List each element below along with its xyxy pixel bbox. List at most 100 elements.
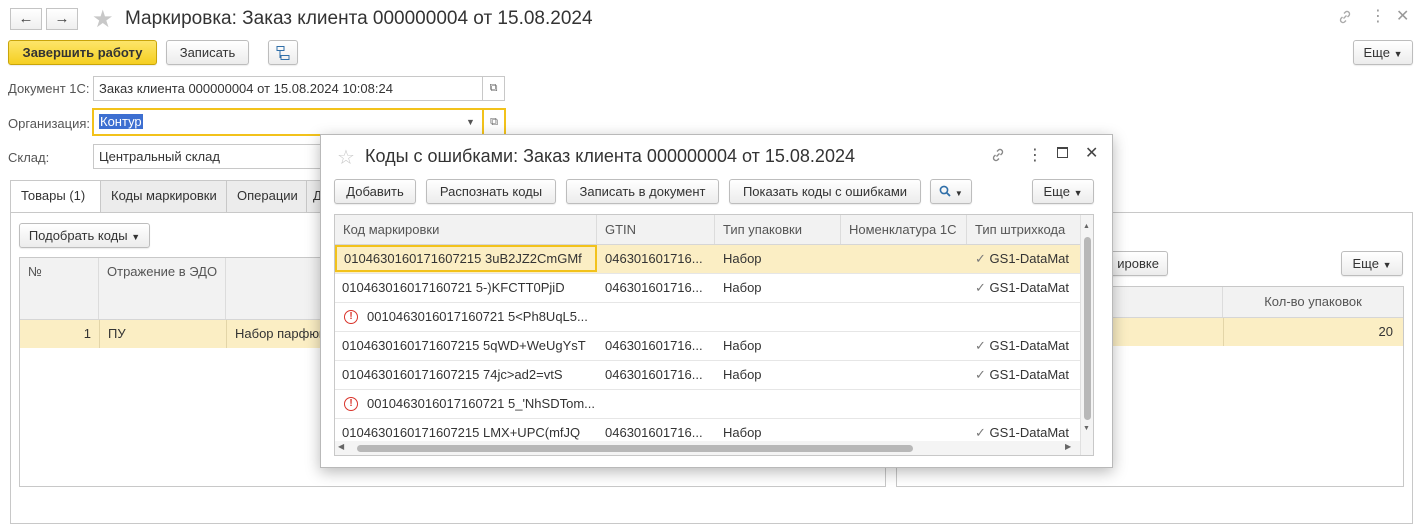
open-icon: ⧉ [490, 116, 498, 128]
column-header-packages[interactable]: Кол-во упаковок [1223, 287, 1403, 317]
link-icon[interactable] [990, 147, 1006, 166]
table-row[interactable]: 0104630160171607215 74jc>ad2=vtS 0463016… [335, 361, 1080, 390]
organization-label: Организация: [8, 116, 91, 131]
search-icon [939, 184, 951, 199]
show-error-codes-button[interactable]: Показать коды с ошибками [729, 179, 921, 204]
cell-code: 0104630160171607215 74jc>ad2=vtS [342, 367, 563, 382]
write-to-document-button[interactable]: Записать в документ [566, 179, 719, 204]
organization-dropdown-button[interactable]: ▼ [459, 111, 482, 133]
scroll-up-icon[interactable]: ▲ [1083, 223, 1090, 230]
dialog-title: Коды с ошибками: Заказ клиента 000000004… [365, 146, 855, 166]
table-row[interactable]: ! 0010463016017160721 5<Ph8UqL5... [335, 303, 1080, 332]
pick-codes-button[interactable]: Подобрать коды ▼ [19, 223, 150, 248]
check-icon: ✓ [975, 367, 986, 382]
table-row[interactable]: 010463016017160721 5-)KFCTT0PjiD 0463016… [335, 274, 1080, 303]
scroll-down-icon[interactable]: ▼ [1083, 425, 1090, 432]
add-button[interactable]: Добавить [334, 179, 416, 204]
arrow-right-icon: → [54, 10, 70, 27]
more-button[interactable]: Еще ▼ [1353, 40, 1413, 65]
page-title: Маркировка: Заказ клиента 000000004 от 1… [125, 8, 593, 29]
search-button[interactable]: ▼ [930, 179, 972, 204]
close-icon[interactable]: ✕ [1085, 143, 1098, 163]
error-icon: ! [344, 310, 358, 324]
right-more-button[interactable]: Еще ▼ [1341, 251, 1403, 276]
organization-field[interactable]: Контур [92, 108, 484, 136]
tab-marking-codes[interactable]: Коды маркировки [100, 180, 227, 212]
star-icon[interactable]: ★ [92, 5, 114, 34]
chevron-down-icon: ▼ [1382, 260, 1392, 270]
cell-code: 0104630160171607215 3uB2JZ2CmGMf [335, 245, 597, 272]
vertical-scrollbar[interactable]: ▲ ▼ [1080, 215, 1093, 455]
kebab-menu-icon[interactable]: ⋮ [1027, 145, 1043, 165]
link-icon[interactable] [1337, 9, 1353, 28]
close-icon[interactable]: ✕ [1396, 6, 1409, 26]
kebab-menu-icon[interactable]: ⋮ [1370, 6, 1386, 26]
cell-code: 0010463016017160721 5_'NhSDTom... [367, 396, 595, 411]
chevron-down-icon: ▼ [131, 232, 141, 242]
recognize-codes-button[interactable]: Распознать коды [426, 179, 556, 204]
check-icon: ✓ [975, 425, 986, 440]
error-icon: ! [344, 397, 358, 411]
cell-barcode: GS1-DataMat [989, 425, 1070, 440]
cell-gtin: 046301601716... [605, 338, 703, 353]
error-codes-table: Код маркировки GTIN Тип упаковки Номенкл… [334, 214, 1094, 456]
cell-gtin: 046301601716... [605, 367, 703, 382]
error-codes-header: Код маркировки GTIN Тип упаковки Номенкл… [335, 215, 1080, 245]
row-edo: ПУ [99, 320, 226, 348]
check-icon: ✓ [975, 251, 986, 266]
column-header-nomenclature[interactable]: Номенклатура 1С [841, 215, 967, 244]
scrollbar-thumb[interactable] [1084, 237, 1091, 420]
error-codes-dialog: ☆ Коды с ошибками: Заказ клиента 0000000… [320, 134, 1113, 468]
column-header-barcode-type[interactable]: Тип штрихкода [967, 215, 1080, 244]
column-header-edo[interactable]: Отражение в ЭДО [99, 258, 226, 319]
cell-barcode: GS1-DataMat [989, 367, 1070, 382]
tab-operations[interactable]: Операции [226, 180, 307, 212]
cell-barcode: GS1-DataMat [989, 338, 1070, 353]
cell-package: Набор [723, 367, 762, 382]
horizontal-scrollbar[interactable]: ◀ ▶ [335, 441, 1080, 455]
column-header-code[interactable]: Код маркировки [335, 215, 597, 244]
warehouse-label: Склад: [8, 150, 50, 165]
scroll-right-icon[interactable]: ▶ [1065, 442, 1071, 451]
packages-count: 20 [1223, 318, 1403, 346]
star-icon[interactable]: ☆ [337, 145, 355, 170]
chevron-down-icon: ▼ [954, 189, 963, 198]
back-button[interactable]: ← [10, 8, 42, 30]
open-icon: ⧉ [489, 82, 498, 94]
forward-button[interactable]: → [46, 8, 78, 30]
cell-package: Набор [723, 280, 762, 295]
scroll-left-icon[interactable]: ◀ [338, 442, 344, 451]
column-header-package-type[interactable]: Тип упаковки [715, 215, 841, 244]
warehouse-field[interactable]: Центральный склад [93, 144, 333, 169]
column-header-number[interactable]: № [20, 258, 99, 319]
cell-barcode: GS1-DataMat [989, 280, 1070, 295]
cell-package: Набор [723, 251, 762, 266]
dialog-more-button[interactable]: Еще ▼ [1032, 179, 1094, 204]
table-row[interactable]: ! 0010463016017160721 5_'NhSDTom... [335, 390, 1080, 419]
organization-value: Контур [99, 114, 143, 129]
finish-work-button[interactable]: Завершить работу [8, 40, 157, 65]
cell-code: 0104630160171607215 5qWD+WeUgYsT [342, 338, 586, 353]
cell-package: Набор [723, 338, 762, 353]
maximize-icon[interactable] [1057, 147, 1068, 158]
document-field[interactable]: Заказ клиента 000000004 от 15.08.2024 10… [93, 76, 483, 101]
cell-code: 010463016017160721 5-)KFCTT0PjiD [342, 280, 565, 295]
chevron-down-icon: ▼ [466, 117, 475, 127]
column-header-gtin[interactable]: GTIN [597, 215, 715, 244]
scrollbar-thumb[interactable] [357, 445, 913, 452]
cell-barcode: GS1-DataMat [989, 251, 1070, 266]
hierarchy-icon [275, 46, 291, 64]
cell-gtin: 046301601716... [605, 280, 703, 295]
check-icon: ✓ [975, 280, 986, 295]
table-row[interactable]: 0104630160171607215 5qWD+WeUgYsT 0463016… [335, 332, 1080, 361]
save-button[interactable]: Записать [166, 40, 249, 65]
arrow-left-icon: ← [18, 10, 34, 27]
tab-goods[interactable]: Товары (1) [10, 180, 101, 213]
open-organization-button[interactable]: ⧉ [482, 108, 506, 136]
chevron-down-icon: ▼ [1073, 188, 1083, 198]
open-document-button[interactable]: ⧉ [482, 76, 505, 101]
chevron-down-icon: ▼ [1393, 49, 1403, 59]
table-row[interactable]: 0104630160171607215 3uB2JZ2CmGMf 0463016… [335, 245, 1080, 274]
structure-button[interactable] [268, 40, 298, 65]
check-icon: ✓ [975, 338, 986, 353]
